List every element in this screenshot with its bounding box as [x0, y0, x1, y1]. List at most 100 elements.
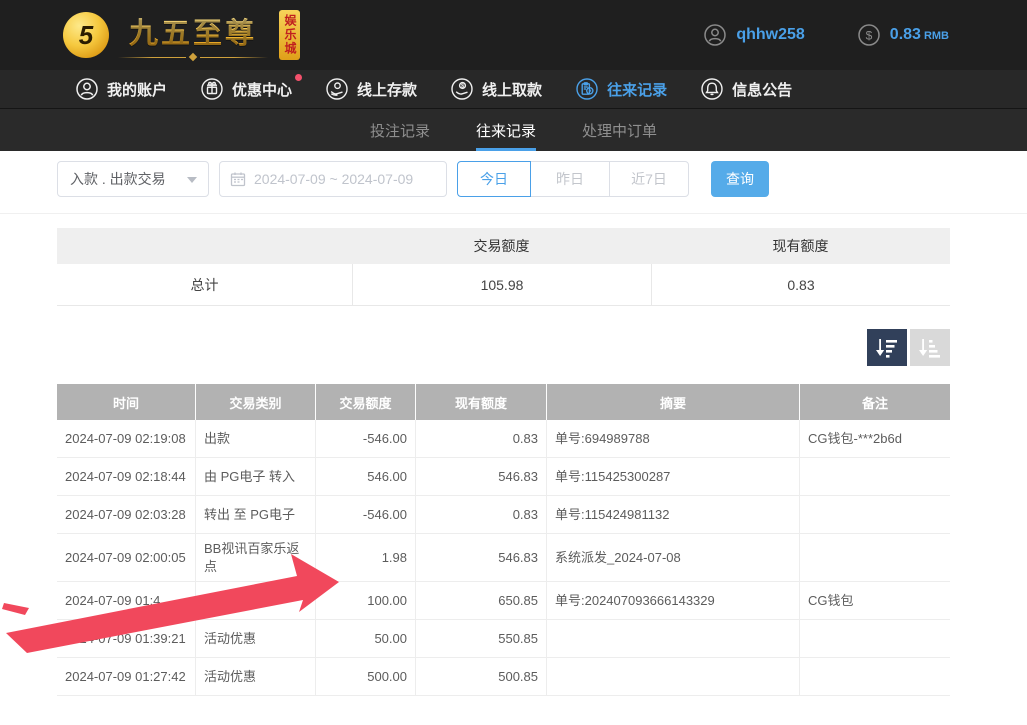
cell-time: 2024-07-09 01:4 [57, 582, 196, 620]
nav-label: 线上取款 [482, 79, 542, 100]
main-nav: 我的账户 优惠中心 线上存款 $ 线上取款 [0, 70, 1027, 109]
sort-controls [57, 329, 950, 366]
sort-ascending-icon [918, 337, 942, 359]
cell-remark [800, 620, 950, 658]
date-range-input[interactable]: 2024-07-09 ~ 2024-07-09 [219, 161, 447, 197]
table-row: 2024-07-09 02:03:28 转出 至 PG电子 -546.00 0.… [57, 496, 950, 534]
logo-monogram-icon: 5 [63, 12, 109, 58]
deposit-icon [325, 77, 349, 101]
nav-label: 优惠中心 [232, 79, 292, 100]
transaction-records-page: 5 九五至尊 娱乐城 qhhw258 $ 0.83RMB [0, 0, 1027, 725]
logo-flourish-icon [118, 54, 268, 60]
tab-pending-orders[interactable]: 处理中订单 [582, 109, 657, 151]
cell-summary: 单号:115425300287 [547, 458, 800, 496]
dollar-icon: $ [857, 23, 881, 47]
calendar-icon [230, 171, 246, 187]
cell-balance: 0.83 [416, 496, 547, 534]
cell-balance: 500.85 [416, 658, 547, 696]
cell-summary: 单号:694989788 [547, 420, 800, 458]
summary-total-row: 总计 105.98 0.83 [57, 264, 950, 306]
cell-time: 2024-07-09 02:03:28 [57, 496, 196, 534]
cell-category: 活动优惠 [196, 620, 316, 658]
transactions-table: 时间 交易类别 交易额度 现有额度 摘要 备注 2024-07-09 02:19… [57, 384, 950, 696]
cell-category: 转出 至 PG电子 [196, 496, 316, 534]
nav-item-withdraw[interactable]: $ 线上取款 [450, 77, 542, 101]
yesterday-button[interactable]: 昨日 [530, 161, 610, 197]
logo-title: 九五至尊 [129, 10, 257, 52]
balance-amount: 0.83 [890, 26, 921, 43]
sort-descending-button[interactable] [867, 329, 907, 366]
balance-display[interactable]: $ 0.83RMB [857, 23, 949, 47]
select-value: 入款 . 出款交易 [70, 169, 166, 189]
cell-amount: 500.00 [316, 658, 416, 696]
nav-item-deposit[interactable]: 线上存款 [325, 77, 417, 101]
col-header-category: 交易类别 [196, 384, 316, 420]
cell-amount: -546.00 [316, 496, 416, 534]
summary-transaction-total: 105.98 [352, 264, 651, 305]
transaction-type-select[interactable]: 入款 . 出款交易 [57, 161, 209, 197]
cell-time: 2024-07-09 01:27:42 [57, 658, 196, 696]
summary-total-label: 总计 [57, 264, 352, 305]
cell-time: 2024-07-09 02:18:44 [57, 458, 196, 496]
search-button[interactable]: 查询 [711, 161, 769, 197]
cell-category: 出款 [196, 420, 316, 458]
col-header-summary: 摘要 [547, 384, 800, 420]
nav-item-my-account[interactable]: 我的账户 [75, 77, 167, 101]
date-range-value: 2024-07-09 ~ 2024-07-09 [254, 171, 413, 187]
cell-remark: CG钱包 [800, 582, 950, 620]
cell-amount: -546.00 [316, 420, 416, 458]
cell-time: 2024-07-09 02:00:05 [57, 534, 196, 582]
username: qhhw258 [736, 26, 804, 44]
notification-dot [295, 74, 302, 81]
site-logo[interactable]: 5 九五至尊 娱乐城 [63, 10, 300, 60]
summary-table: 交易额度 现有额度 总计 105.98 0.83 [57, 228, 950, 306]
svg-text:$: $ [461, 84, 464, 90]
col-header-time: 时间 [57, 384, 196, 420]
nav-label: 线上存款 [357, 79, 417, 100]
logo-text: 九五至尊 [118, 10, 268, 60]
nav-item-announcements[interactable]: 信息公告 [700, 77, 792, 101]
cell-remark [800, 496, 950, 534]
today-button[interactable]: 今日 [457, 161, 531, 197]
col-header-balance: 现有额度 [416, 384, 547, 420]
table-row: 2024-07-09 01:4 CGPAY支付 100.00 650.85 单号… [57, 582, 950, 620]
cell-summary [547, 620, 800, 658]
table-body: 2024-07-09 02:19:08 出款 -546.00 0.83 单号:6… [57, 420, 950, 696]
sort-descending-icon [875, 337, 899, 359]
filter-row: 入款 . 出款交易 2024-07-09 ~ 2024-07-09 今日 昨日 … [57, 161, 950, 197]
cell-remark [800, 458, 950, 496]
sub-tabs: 投注记录 往来记录 处理中订单 [0, 109, 1027, 151]
nav-label: 往来记录 [607, 79, 667, 100]
caret-down-icon [187, 177, 197, 183]
user-account[interactable]: qhhw258 [703, 23, 804, 47]
nav-item-transaction-records[interactable]: 往来记录 [575, 77, 667, 101]
user-icon [75, 77, 99, 101]
summary-header-balance: 现有额度 [651, 228, 950, 264]
user-zone: qhhw258 $ 0.83RMB [703, 23, 949, 47]
top-bar: 5 九五至尊 娱乐城 qhhw258 $ 0.83RMB [0, 0, 1027, 70]
cell-balance: 550.85 [416, 620, 547, 658]
col-header-amount: 交易额度 [316, 384, 416, 420]
cell-summary [547, 658, 800, 696]
table-row: 2024-07-09 02:19:08 出款 -546.00 0.83 单号:6… [57, 420, 950, 458]
sort-ascending-button[interactable] [910, 329, 950, 366]
col-header-remark: 备注 [800, 384, 950, 420]
logo-badge: 娱乐城 [279, 10, 300, 60]
tab-label: 往来记录 [476, 120, 536, 141]
cell-time: 2024-07-09 01:39:21 [57, 620, 196, 658]
quick-date-buttons: 今日 昨日 近7日 [457, 161, 689, 197]
tab-label: 投注记录 [370, 120, 430, 141]
summary-balance-total: 0.83 [651, 264, 950, 305]
last7days-button[interactable]: 近7日 [609, 161, 689, 197]
tab-bet-records[interactable]: 投注记录 [370, 109, 430, 151]
nav-item-promotions[interactable]: 优惠中心 [200, 77, 292, 101]
cell-balance: 546.83 [416, 534, 547, 582]
tab-transaction-records[interactable]: 往来记录 [476, 109, 536, 151]
user-avatar-icon [703, 23, 727, 47]
cell-remark: CG钱包-***2b6d [800, 420, 950, 458]
table-row: 2024-07-09 02:18:44 由 PG电子 转入 546.00 546… [57, 458, 950, 496]
nav-label: 我的账户 [107, 79, 167, 100]
cell-remark [800, 534, 950, 582]
table-row: 2024-07-09 01:39:21 活动优惠 50.00 550.85 [57, 620, 950, 658]
content-area: 入款 . 出款交易 2024-07-09 ~ 2024-07-09 今日 昨日 … [57, 161, 950, 696]
